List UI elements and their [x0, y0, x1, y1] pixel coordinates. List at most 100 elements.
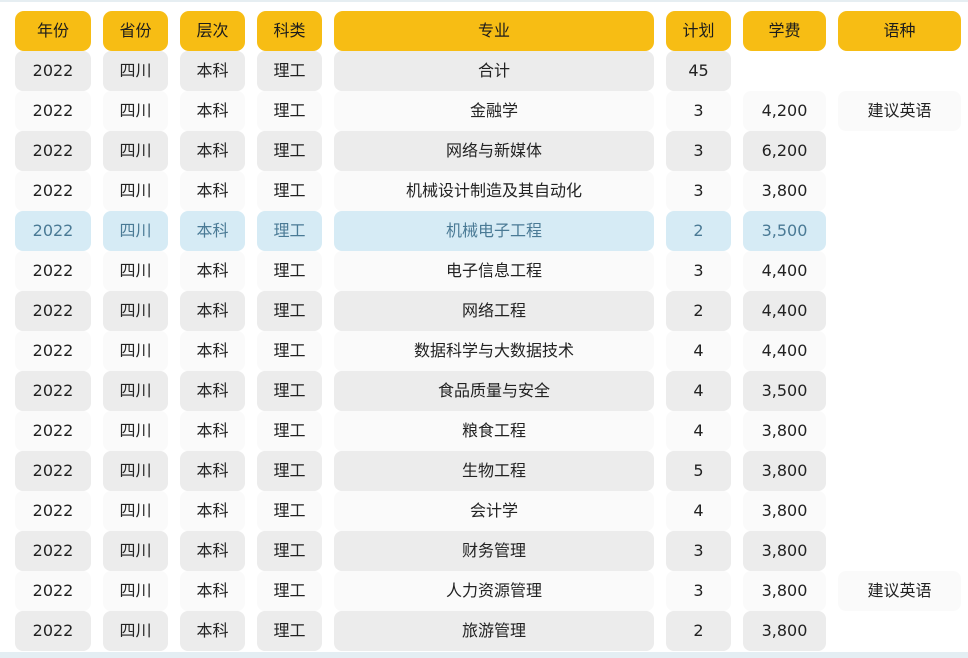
cell-level: 本科	[180, 571, 245, 611]
cell-level: 本科	[180, 331, 245, 371]
cell-province: 四川	[103, 51, 168, 91]
cell-language	[838, 171, 961, 211]
header-major[interactable]: 专业	[334, 11, 654, 51]
cell-major: 电子信息工程	[334, 251, 654, 291]
table-row[interactable]: 2022 四川 本科 理工 财务管理 3 3,800	[0, 531, 968, 571]
cell-plan: 4	[666, 331, 731, 371]
cell-fee: 3,800	[743, 531, 826, 571]
cell-category: 理工	[257, 371, 322, 411]
table-row[interactable]: 2022 四川 本科 理工 食品质量与安全 4 3,500	[0, 371, 968, 411]
header-year[interactable]: 年份	[15, 11, 91, 51]
cell-fee: 3,500	[743, 211, 826, 251]
cell-level: 本科	[180, 211, 245, 251]
admission-plan-table: 年份 省份 层次 科类 专业 计划 学费 语种 2022 四川 本科 理工 合计 45 20…	[0, 0, 968, 658]
cell-language	[838, 131, 961, 171]
cell-major: 财务管理	[334, 531, 654, 571]
cell-category: 理工	[257, 571, 322, 611]
cell-year: 2022	[15, 171, 91, 211]
table-row[interactable]: 2022 四川 本科 理工 网络工程 2 4,400	[0, 291, 968, 331]
cell-plan: 3	[666, 531, 731, 571]
cell-category: 理工	[257, 411, 322, 451]
cell-language	[838, 371, 961, 411]
table-row[interactable]: 2022 四川 本科 理工 人力资源管理 3 3,800 建议英语	[0, 571, 968, 611]
table-row[interactable]: 2022 四川 本科 理工 会计学 4 3,800	[0, 491, 968, 531]
cell-category: 理工	[257, 91, 322, 131]
cell-language	[838, 291, 961, 331]
cell-year: 2022	[15, 611, 91, 651]
cell-fee: 4,400	[743, 251, 826, 291]
table-row[interactable]: 2022 四川 本科 理工 电子信息工程 3 4,400	[0, 251, 968, 291]
cell-category: 理工	[257, 291, 322, 331]
header-category[interactable]: 科类	[257, 11, 322, 51]
cell-plan: 2	[666, 211, 731, 251]
cell-category: 理工	[257, 491, 322, 531]
cell-plan: 4	[666, 371, 731, 411]
cell-major: 数据科学与大数据技术	[334, 331, 654, 371]
cell-province: 四川	[103, 531, 168, 571]
cell-fee: 3,500	[743, 371, 826, 411]
cell-major: 机械设计制造及其自动化	[334, 171, 654, 211]
header-language[interactable]: 语种	[838, 11, 961, 51]
cell-language	[838, 531, 961, 571]
header-plan[interactable]: 计划	[666, 11, 731, 51]
cell-plan: 2	[666, 291, 731, 331]
cell-major: 生物工程	[334, 451, 654, 491]
table-row[interactable]: 2022 四川 本科 理工 网络与新媒体 3 6,200	[0, 131, 968, 171]
horizontal-scrollbar[interactable]	[0, 652, 968, 658]
table-row[interactable]: 2022 四川 本科 理工 机械电子工程 2 3,500	[0, 211, 968, 251]
table-row[interactable]: 2022 四川 本科 理工 金融学 3 4,200 建议英语	[0, 91, 968, 131]
cell-language: 建议英语	[838, 571, 961, 611]
cell-language	[838, 211, 961, 251]
cell-year: 2022	[15, 91, 91, 131]
cell-level: 本科	[180, 171, 245, 211]
cell-year: 2022	[15, 51, 91, 91]
cell-province: 四川	[103, 491, 168, 531]
cell-fee: 3,800	[743, 411, 826, 451]
cell-fee	[743, 51, 826, 91]
table-header: 年份 省份 层次 科类 专业 计划 学费 语种	[0, 11, 968, 51]
cell-level: 本科	[180, 611, 245, 651]
cell-year: 2022	[15, 331, 91, 371]
cell-year: 2022	[15, 131, 91, 171]
cell-level: 本科	[180, 51, 245, 91]
cell-language	[838, 411, 961, 451]
cell-fee: 3,800	[743, 491, 826, 531]
cell-category: 理工	[257, 51, 322, 91]
cell-fee: 3,800	[743, 611, 826, 651]
header-level[interactable]: 层次	[180, 11, 245, 51]
table-row[interactable]: 2022 四川 本科 理工 合计 45	[0, 51, 968, 91]
cell-language	[838, 51, 961, 91]
header-fee[interactable]: 学费	[743, 11, 826, 51]
header-province[interactable]: 省份	[103, 11, 168, 51]
cell-province: 四川	[103, 251, 168, 291]
cell-year: 2022	[15, 371, 91, 411]
cell-major: 粮食工程	[334, 411, 654, 451]
cell-plan: 3	[666, 91, 731, 131]
cell-level: 本科	[180, 451, 245, 491]
cell-fee: 4,400	[743, 331, 826, 371]
cell-language	[838, 451, 961, 491]
cell-level: 本科	[180, 291, 245, 331]
table-row[interactable]: 2022 四川 本科 理工 粮食工程 4 3,800	[0, 411, 968, 451]
cell-language	[838, 331, 961, 371]
cell-language	[838, 251, 961, 291]
cell-major: 食品质量与安全	[334, 371, 654, 411]
cell-province: 四川	[103, 131, 168, 171]
table-row[interactable]: 2022 四川 本科 理工 生物工程 5 3,800	[0, 451, 968, 491]
cell-language: 建议英语	[838, 91, 961, 131]
cell-plan: 3	[666, 171, 731, 211]
cell-major: 人力资源管理	[334, 571, 654, 611]
table-row[interactable]: 2022 四川 本科 理工 数据科学与大数据技术 4 4,400	[0, 331, 968, 371]
table-row[interactable]: 2022 四川 本科 理工 旅游管理 2 3,800	[0, 611, 968, 651]
cell-level: 本科	[180, 131, 245, 171]
cell-level: 本科	[180, 411, 245, 451]
table-row[interactable]: 2022 四川 本科 理工 机械设计制造及其自动化 3 3,800	[0, 171, 968, 211]
cell-plan: 4	[666, 411, 731, 451]
cell-plan: 4	[666, 491, 731, 531]
cell-plan: 3	[666, 571, 731, 611]
cell-major: 旅游管理	[334, 611, 654, 651]
cell-province: 四川	[103, 451, 168, 491]
cell-major: 网络工程	[334, 291, 654, 331]
cell-level: 本科	[180, 531, 245, 571]
cell-province: 四川	[103, 331, 168, 371]
